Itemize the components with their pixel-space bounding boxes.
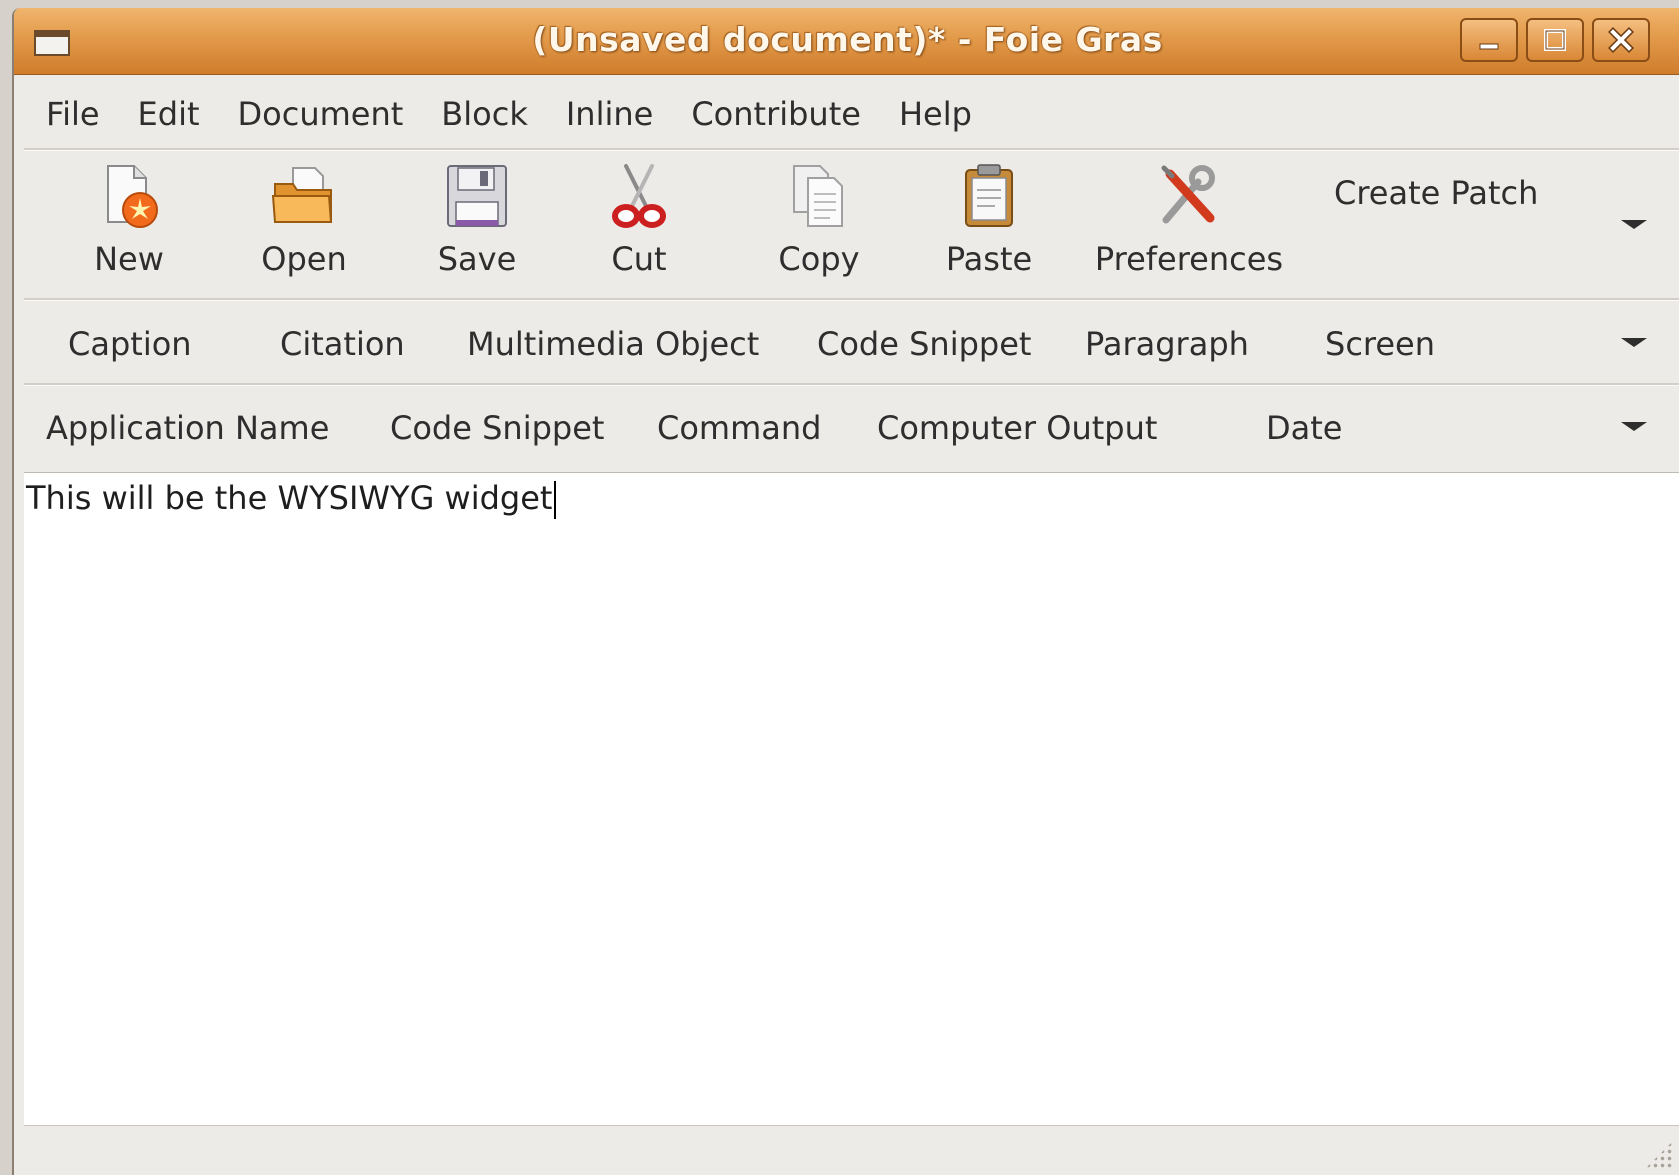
paste-label: Paste bbox=[945, 240, 1033, 278]
inline-date[interactable]: Date bbox=[1266, 388, 1342, 468]
block-code-snippet[interactable]: Code Snippet bbox=[817, 304, 1031, 384]
block-paragraph[interactable]: Paragraph bbox=[1085, 304, 1249, 384]
block-multimedia-object[interactable]: Multimedia Object bbox=[467, 304, 759, 384]
inline-elements-bar: Application Name Code Snippet Command Co… bbox=[24, 388, 1679, 468]
copy-icon bbox=[793, 165, 843, 227]
new-button[interactable]: New bbox=[74, 156, 184, 296]
main-toolbar: New Open Save Cut Copy Paste Preferences… bbox=[24, 156, 1679, 296]
scissors-icon bbox=[612, 164, 666, 228]
preferences-label: Preferences bbox=[1094, 240, 1284, 278]
paste-button[interactable]: Paste bbox=[939, 156, 1039, 296]
menu-file[interactable]: File bbox=[24, 95, 119, 133]
inline-computer-output[interactable]: Computer Output bbox=[877, 388, 1157, 468]
text-caret bbox=[554, 481, 557, 519]
menu-block[interactable]: Block bbox=[422, 95, 547, 133]
minimize-button[interactable] bbox=[1460, 18, 1518, 62]
close-button[interactable] bbox=[1592, 18, 1650, 62]
inline-command[interactable]: Command bbox=[657, 388, 821, 468]
block-screen[interactable]: Screen bbox=[1325, 304, 1435, 384]
block-elements-bar: Caption Citation Multimedia Object Code … bbox=[24, 304, 1679, 384]
menu-inline[interactable]: Inline bbox=[547, 95, 672, 133]
menu-contribute[interactable]: Contribute bbox=[672, 95, 880, 133]
paste-clipboard-icon bbox=[965, 164, 1013, 227]
toolbar-divider bbox=[24, 298, 1679, 301]
open-folder-icon bbox=[271, 167, 333, 223]
toolbar-overflow-arrow-icon[interactable] bbox=[1621, 220, 1647, 229]
copy-label: Copy bbox=[778, 240, 860, 278]
cut-button[interactable]: Cut bbox=[589, 156, 689, 296]
block-bar-overflow-arrow-icon[interactable] bbox=[1621, 338, 1647, 347]
save-floppy-icon bbox=[447, 165, 507, 227]
maximize-button[interactable] bbox=[1526, 18, 1584, 62]
editor-text: This will be the WYSIWYG widget bbox=[26, 479, 553, 517]
maximize-icon bbox=[1544, 29, 1566, 51]
menubar-divider bbox=[24, 148, 1679, 151]
cut-label: Cut bbox=[611, 240, 667, 278]
inline-bar-overflow-arrow-icon[interactable] bbox=[1621, 422, 1647, 431]
block-bar-divider bbox=[24, 383, 1679, 386]
new-label: New bbox=[94, 240, 164, 278]
copy-button[interactable]: Copy bbox=[769, 156, 869, 296]
title-bar[interactable]: (Unsaved document)* - Foie Gras bbox=[14, 8, 1679, 75]
create-patch-button[interactable]: Create Patch bbox=[1334, 174, 1538, 212]
block-citation[interactable]: Citation bbox=[280, 304, 405, 384]
open-label: Open bbox=[261, 240, 347, 278]
window-title: (Unsaved document)* - Foie Gras bbox=[532, 20, 1163, 59]
wysiwyg-editor[interactable]: This will be the WYSIWYG widget bbox=[24, 472, 1679, 1127]
preferences-button[interactable]: Preferences bbox=[1084, 156, 1294, 296]
preferences-tools-icon bbox=[1161, 165, 1215, 224]
inline-application-name[interactable]: Application Name bbox=[46, 388, 329, 468]
block-caption[interactable]: Caption bbox=[68, 304, 192, 384]
resize-grip-icon[interactable] bbox=[1645, 1141, 1673, 1169]
menu-edit[interactable]: Edit bbox=[119, 95, 219, 133]
new-document-icon bbox=[107, 165, 158, 228]
menu-document[interactable]: Document bbox=[219, 95, 423, 133]
status-bar bbox=[24, 1126, 1679, 1175]
menu-bar: File Edit Document Block Inline Contribu… bbox=[24, 84, 1679, 144]
open-button[interactable]: Open bbox=[244, 156, 364, 296]
save-label: Save bbox=[437, 240, 517, 278]
editor-content[interactable]: This will be the WYSIWYG widget bbox=[26, 479, 557, 519]
save-button[interactable]: Save bbox=[422, 156, 532, 296]
inline-code-snippet[interactable]: Code Snippet bbox=[390, 388, 604, 468]
close-icon bbox=[1608, 27, 1634, 53]
application-window: (Unsaved document)* - Foie Gras File Edi… bbox=[12, 8, 1679, 1175]
menu-help[interactable]: Help bbox=[880, 95, 991, 133]
minimize-icon bbox=[1479, 43, 1499, 50]
